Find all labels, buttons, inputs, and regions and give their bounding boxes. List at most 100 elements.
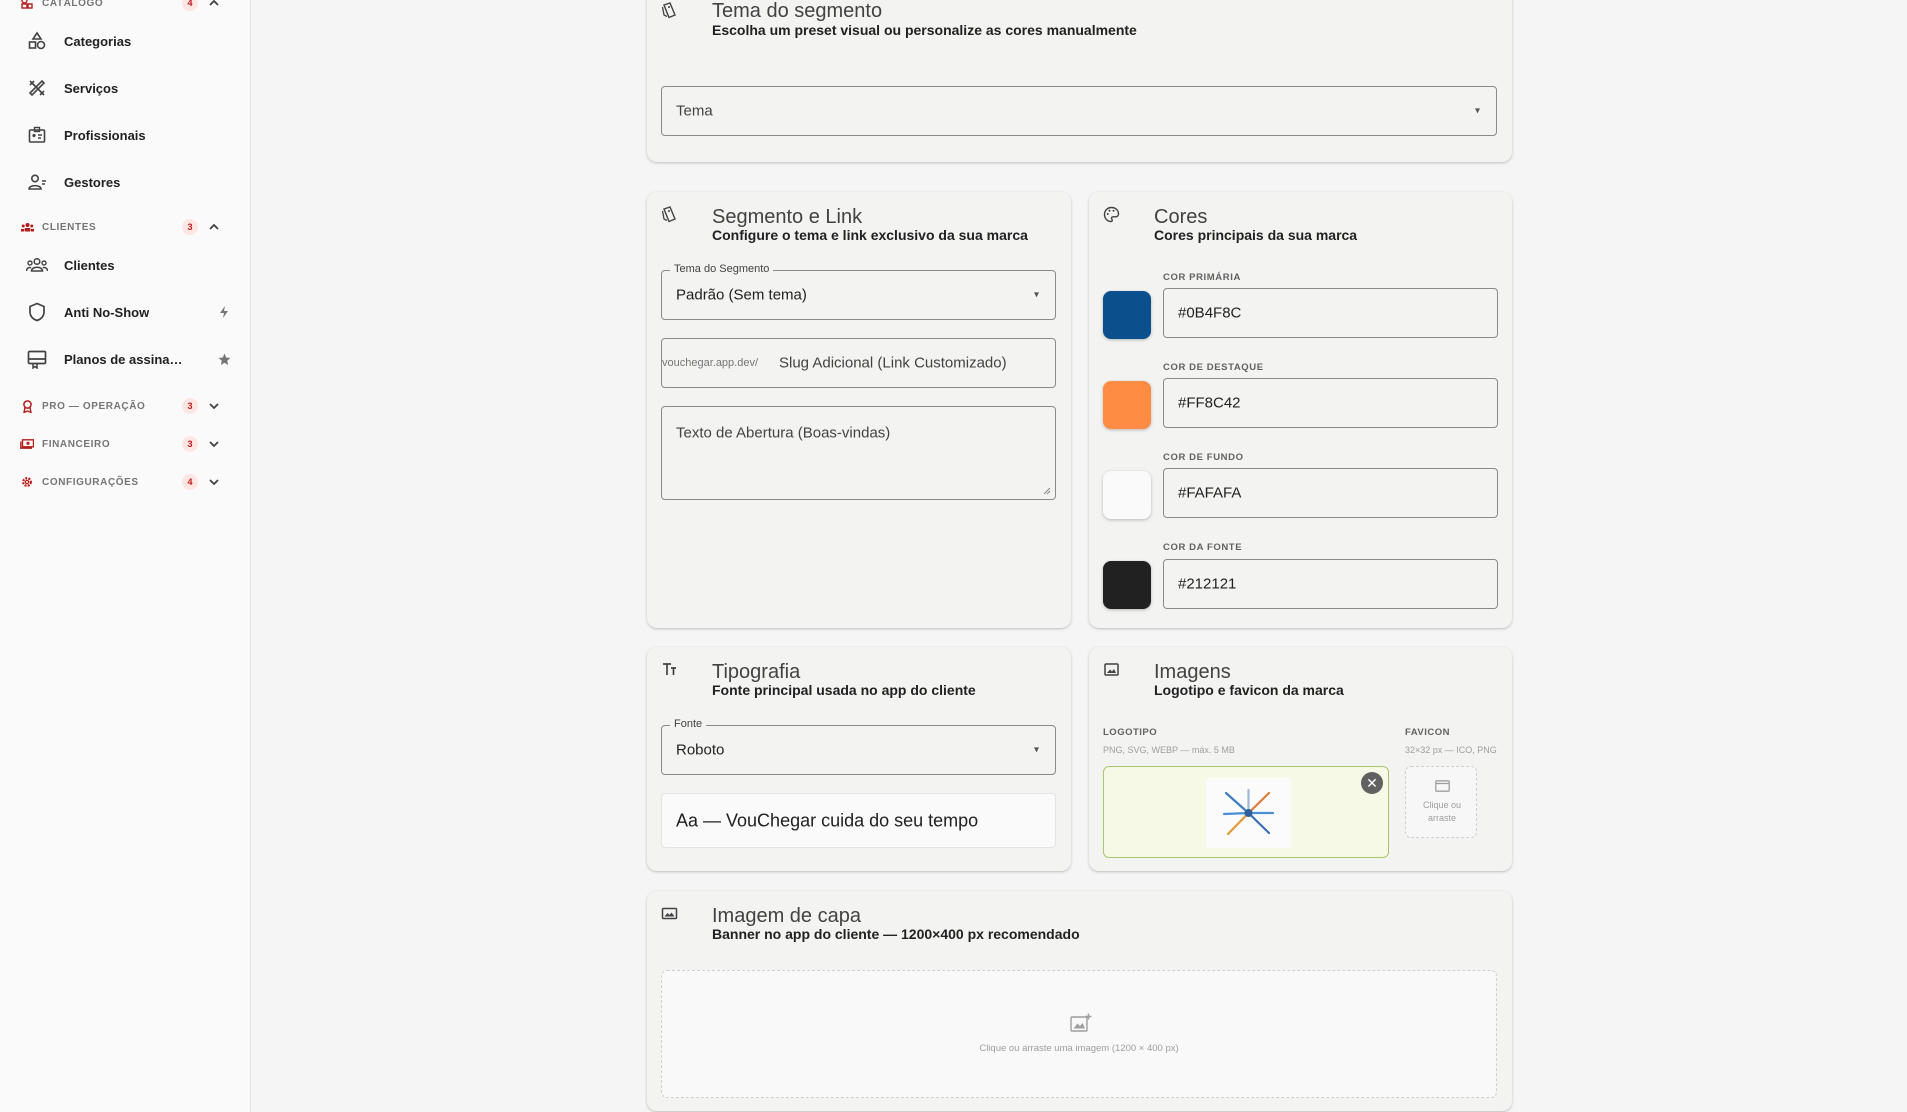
primary-color-input[interactable]: #0B4F8C	[1163, 288, 1498, 338]
sidebar-item-label: Anti No-Show	[64, 304, 150, 320]
section-count-badge: 4	[182, 474, 198, 490]
text-fields-icon	[663, 663, 676, 675]
typography-card: Tipografia Fonte principal usada no app …	[647, 647, 1071, 871]
bolt-icon	[217, 305, 231, 319]
section-count-badge: 3	[182, 398, 198, 414]
sidebar-item-gestores[interactable]: Gestores	[26, 164, 231, 200]
font-select[interactable]: Fonte Roboto ▾	[661, 718, 1056, 775]
card-title: Imagens	[1154, 661, 1231, 683]
sidebar-item-anti-no-show[interactable]: Anti No-Show	[26, 294, 231, 330]
section-label: FINANCEIRO	[42, 438, 111, 450]
sidebar-item-clientes[interactable]: Clientes	[26, 247, 231, 283]
palette-icon	[1103, 206, 1120, 223]
card-title: Cores	[1154, 206, 1208, 228]
images-card: Imagens Logotipo e favicon da marca LOGO…	[1089, 647, 1512, 871]
select-value: Roboto	[676, 741, 725, 759]
theme-card: Tema do segmento Escolha um preset visua…	[647, 0, 1512, 162]
id-badge-icon	[26, 124, 48, 146]
resize-handle-icon[interactable]	[1043, 487, 1051, 495]
chevron-down-icon	[209, 441, 219, 448]
card-membership-icon	[26, 348, 48, 370]
manager-icon	[26, 171, 48, 193]
cover-dropzone[interactable]: Clique ou arraste uma imagem (1200 × 400…	[661, 970, 1497, 1098]
accent-color-swatch[interactable]	[1103, 381, 1151, 429]
segment-theme-select[interactable]: Tema do Segmento Padrão (Sem tema) ▾	[661, 263, 1056, 320]
sidebar-section-financeiro[interactable]: FINANCEIRO 3	[20, 434, 230, 454]
background-color-input[interactable]: #FAFAFA	[1163, 468, 1498, 518]
font-preview: Aa — VouChegar cuida do seu tempo	[661, 793, 1056, 848]
colors-card: Cores Cores principais da sua marca COR …	[1089, 192, 1512, 628]
cover-image-card: Imagem de capa Banner no app do cliente …	[647, 891, 1512, 1111]
add-photo-icon	[1070, 1013, 1092, 1032]
sidebar-section-pro-operacao[interactable]: PRO — OPERAÇÃO 3	[20, 396, 230, 416]
chevron-up-icon	[209, 0, 219, 6]
primary-color-swatch[interactable]	[1103, 291, 1151, 339]
badge-icon	[20, 399, 34, 413]
sidebar: CATÁLOGO 4 Categorias Serviços Profissio…	[0, 0, 251, 1112]
primary-color-label: COR PRIMÁRIA	[1163, 272, 1241, 283]
font-preview-text: Aa — VouChegar cuida do seu tempo	[676, 810, 979, 830]
star-icon	[217, 352, 231, 366]
remove-logo-button[interactable]: ✕	[1361, 772, 1383, 794]
sidebar-item-categorias[interactable]: Categorias	[26, 23, 231, 59]
color-value: #FAFAFA	[1178, 484, 1242, 502]
groups-icon	[26, 254, 48, 276]
sidebar-item-profissionais[interactable]: Profissionais	[26, 117, 231, 153]
clients-section-icon	[20, 220, 34, 234]
section-count-badge: 4	[182, 0, 198, 11]
color-value: #212121	[1178, 575, 1237, 593]
sidebar-item-servicos[interactable]: Serviços	[26, 70, 231, 106]
theme-select[interactable]: Tema ▾	[661, 86, 1497, 136]
favicon-hint: 32×32 px — ICO, PNG	[1405, 745, 1497, 755]
style-icon	[661, 206, 676, 223]
accent-color-label: COR DE DESTAQUE	[1163, 362, 1264, 373]
field-label: Fonte	[670, 718, 707, 730]
card-subtitle: Cores principais da sua marca	[1154, 227, 1358, 243]
chevron-down-icon	[209, 479, 219, 486]
select-placeholder: Tema	[676, 102, 713, 120]
segment-link-card: Segmento e Link Configure o tema e link …	[647, 192, 1071, 628]
accent-color-input[interactable]: #FF8C42	[1163, 378, 1498, 428]
sidebar-item-planos[interactable]: Planos de assinat...	[26, 341, 231, 377]
card-title: Tema do segmento	[712, 0, 883, 22]
dropzone-text: Clique ou arraste uma imagem (1200 × 400…	[979, 1043, 1179, 1054]
card-subtitle: Logotipo e favicon da marca	[1154, 682, 1344, 698]
card-title: Tipografia	[712, 661, 801, 683]
sidebar-section-catalogo[interactable]: CATÁLOGO 4	[20, 0, 230, 13]
style-icon	[661, 2, 676, 19]
card-subtitle: Configure o tema e link exclusivo da sua…	[712, 227, 1028, 243]
section-label: CATÁLOGO	[42, 0, 104, 9]
font-color-swatch[interactable]	[1103, 561, 1151, 609]
logo-upload-area[interactable]: ✕	[1103, 766, 1389, 858]
section-count-badge: 3	[182, 219, 198, 235]
background-color-swatch[interactable]	[1103, 471, 1151, 519]
web-asset-icon	[1435, 780, 1450, 792]
close-icon: ✕	[1366, 774, 1378, 791]
section-count-badge: 3	[182, 436, 198, 452]
image-icon	[1104, 663, 1119, 676]
catalog-icon	[20, 0, 34, 10]
font-color-input[interactable]: #212121	[1163, 559, 1498, 609]
slug-input[interactable]: vouchegar.app.dev/ Slug Adicional (Link …	[661, 338, 1056, 388]
settings-icon	[20, 475, 34, 489]
sidebar-section-clientes[interactable]: CLIENTES 3	[20, 217, 230, 237]
section-label: PRO — OPERAÇÃO	[42, 400, 146, 412]
color-value: #0B4F8C	[1178, 304, 1242, 322]
welcome-text-area[interactable]: Texto de Abertura (Boas-vindas)	[661, 406, 1056, 500]
chevron-down-icon	[209, 403, 219, 410]
sidebar-section-configuracoes[interactable]: CONFIGURAÇÕES 4	[20, 472, 230, 492]
favicon-upload-area[interactable]: Clique ou arraste	[1405, 766, 1477, 838]
card-subtitle: Fonte principal usada no app do cliente	[712, 682, 976, 698]
slug-prefix: vouchegar.app.dev/	[662, 357, 759, 369]
dropdown-arrow-icon: ▾	[1474, 105, 1480, 117]
card-title: Segmento e Link	[712, 206, 863, 228]
sidebar-item-label: Gestores	[64, 174, 121, 190]
favicon-label: FAVICON	[1405, 727, 1451, 738]
sidebar-item-label: Categorias	[64, 33, 132, 49]
logo-preview-image	[1206, 778, 1291, 848]
card-title: Imagem de capa	[712, 905, 861, 927]
font-color-label: COR DA FONTE	[1163, 542, 1243, 553]
tools-icon	[26, 77, 48, 99]
color-value: #FF8C42	[1178, 394, 1241, 412]
welcome-placeholder: Texto de Abertura (Boas-vindas)	[676, 424, 891, 442]
